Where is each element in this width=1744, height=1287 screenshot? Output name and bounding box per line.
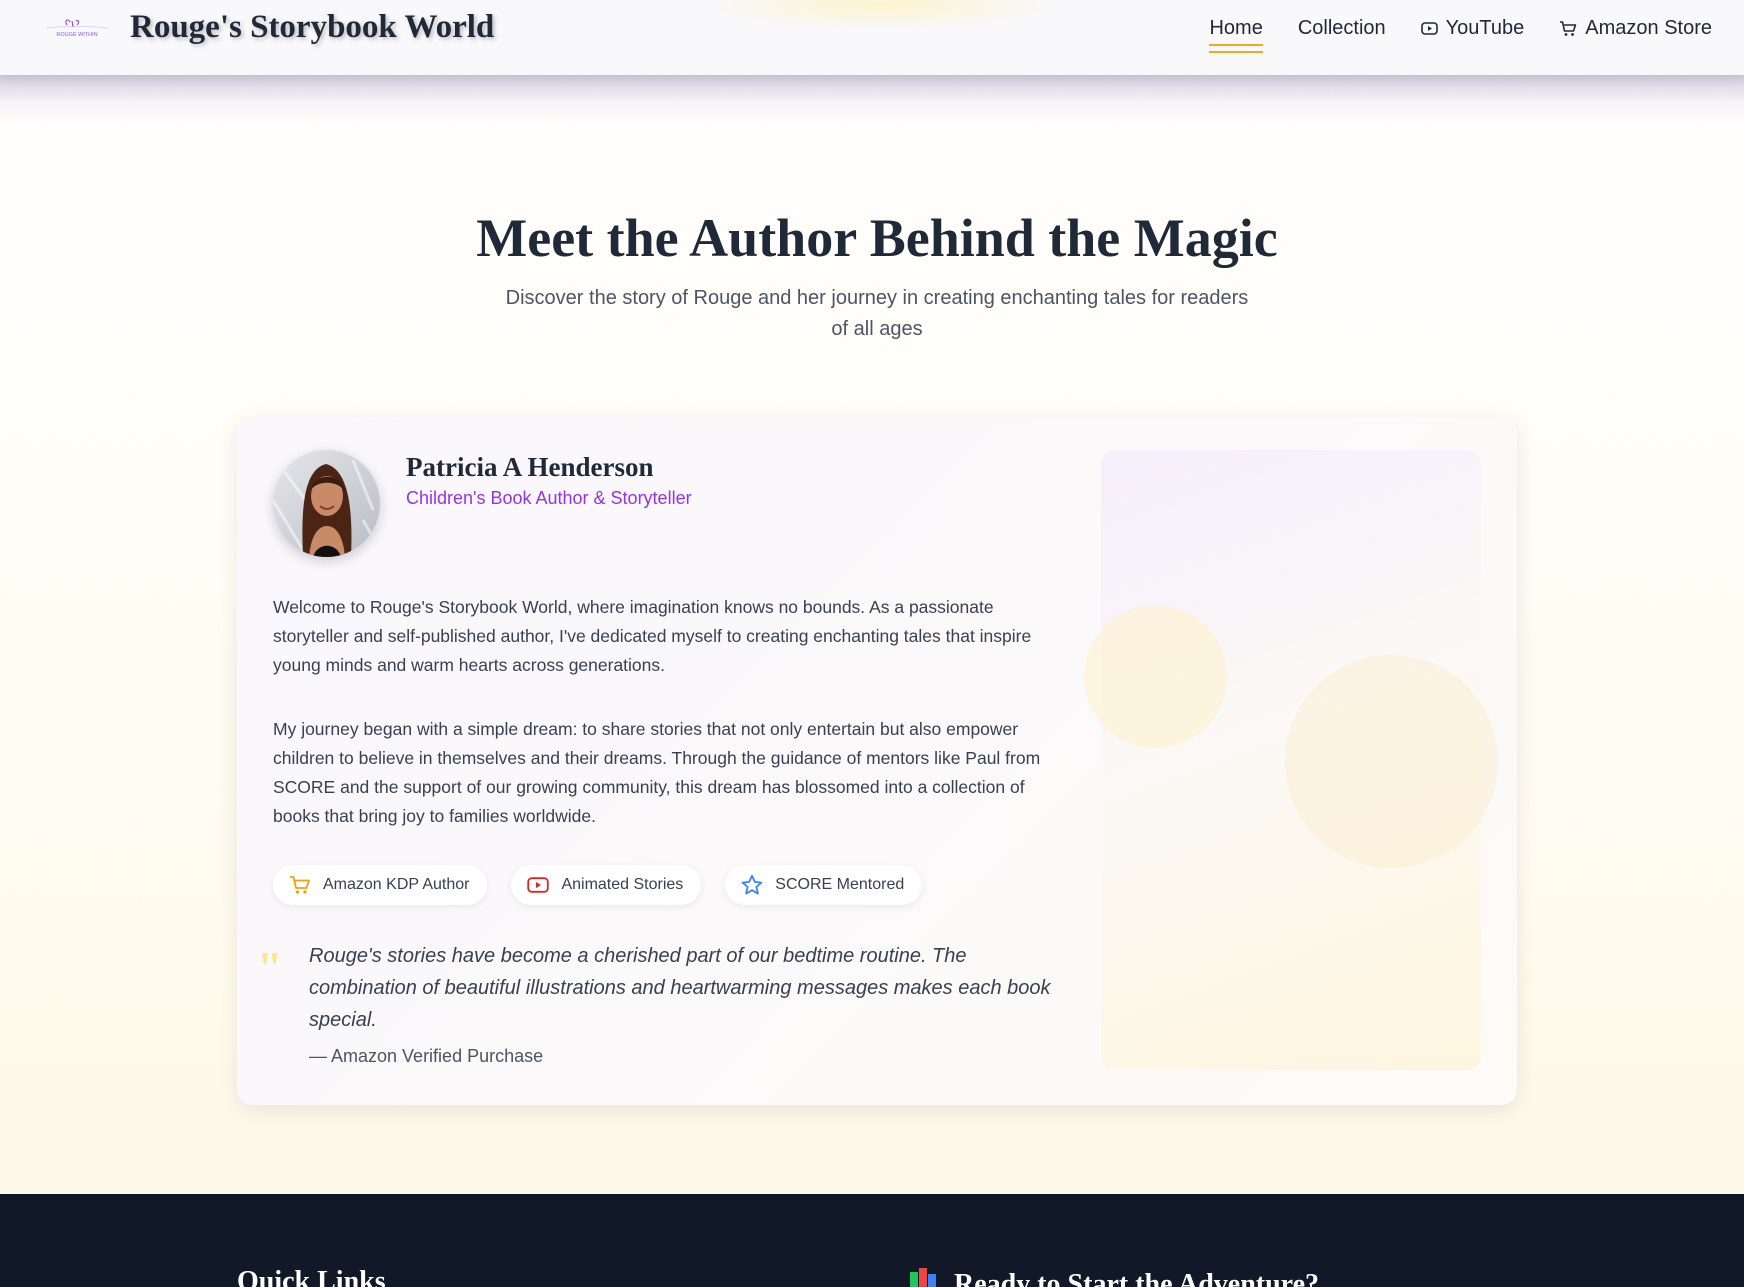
logo-icon: ROUGE WITHIN [45,19,109,38]
nav-collection-label: Collection [1297,17,1386,39]
badge-label: SCORE Mentored [775,876,905,893]
decorative-circle [1084,605,1227,748]
footer-cta-label: Ready to Start the Adventure? [954,1269,1320,1287]
author-bio-paragraph: My journey began with a simple dream: to… [273,719,1041,826]
badge-animated-stories: Animated Stories [511,865,702,905]
badge-label: Amazon KDP Author [323,876,470,893]
site-title[interactable]: Rouge's Storybook World [130,9,494,46]
nav-home[interactable]: Home [1209,17,1264,53]
testimonial-quote: Rouge's stories have become a cherished … [309,945,1051,1031]
star-icon [741,874,763,896]
header-shadow-band [0,75,1744,125]
badge-amazon-kdp: Amazon KDP Author [273,865,488,905]
author-photo-icon [273,450,380,557]
author-name: Patricia A Henderson [406,452,654,482]
main-nav: Home Collection YouTube Amazon Store [1209,17,1712,53]
nav-amazon-store[interactable]: Amazon Store [1559,17,1712,40]
badge-label: Animated Stories [561,876,684,893]
header-glow [700,0,1060,30]
author-badges: Amazon KDP Author Animated Stories SCORE… [273,865,923,905]
site-footer: Quick Links Ready to Start the Adventure… [0,1194,1744,1287]
youtube-icon [527,877,550,893]
youtube-icon [1420,22,1438,35]
badge-score-mentored: SCORE Mentored [725,865,923,905]
testimonial-source: — Amazon Verified Purchase [309,1046,544,1066]
footer-quick-links-title: Quick Links [237,1266,386,1287]
site-header: ROUGE WITHIN Rouge's Storybook World Hom… [0,0,1744,75]
nav-youtube-label: YouTube [1445,17,1525,39]
nav-amazon-store-label: Amazon Store [1585,17,1712,39]
svg-text:ROUGE WITHIN: ROUGE WITHIN [56,32,97,38]
cart-icon [1559,20,1577,37]
author-card: Patricia A Henderson Children's Book Aut… [237,417,1517,1105]
page-title: Meet the Author Behind the Magic [476,208,1278,268]
author-role: Children's Book Author & Storyteller [406,488,692,508]
nav-collection[interactable]: Collection [1298,17,1386,40]
nav-home-label: Home [1209,17,1263,39]
author-avatar [273,450,380,557]
page-subtitle: Discover the story of Rouge and her jour… [505,287,1249,340]
books-icon [908,1266,942,1287]
footer-cta-title: Ready to Start the Adventure? [908,1266,1319,1287]
author-bio-paragraph: Welcome to Rouge's Storybook World, wher… [273,597,1032,675]
nav-youtube[interactable]: YouTube [1420,17,1525,40]
quote-mark-icon: " [257,942,283,993]
site-logo[interactable]: ROUGE WITHIN [42,16,112,42]
cart-icon [289,875,311,895]
decorative-circle [1285,655,1498,868]
